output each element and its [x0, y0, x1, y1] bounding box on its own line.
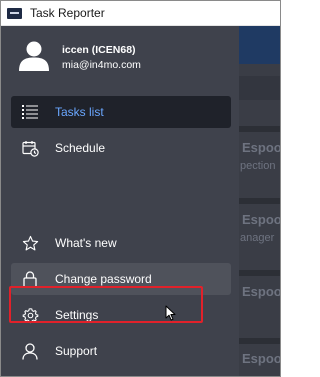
app-logo-icon: [7, 7, 22, 19]
nav-item-label: Tasks list: [55, 105, 104, 119]
list-icon: [20, 102, 40, 122]
user-avatar-icon: [19, 41, 49, 71]
background-content: Espoo pection Espoo anager Espoo Espoo: [239, 26, 280, 376]
nav-item-whats-new[interactable]: What's new: [11, 227, 231, 259]
background-card-subtitle: pection: [240, 160, 276, 172]
background-card-title: Espoo: [242, 140, 280, 155]
background-header: [239, 26, 280, 64]
background-toolbar: [239, 76, 280, 100]
background-card-title: Espoo: [242, 212, 280, 227]
navigation-drawer: iccen (ICEN68) mia@in4mo.com Tasks list: [1, 26, 239, 376]
background-card-subtitle: anager: [240, 232, 275, 244]
nav-item-support[interactable]: Support: [11, 335, 231, 367]
person-icon: [20, 341, 40, 361]
title-bar: Task Reporter: [1, 1, 280, 26]
app-window: Task Reporter Espoo pection Espoo anager…: [0, 0, 281, 377]
mouse-cursor-icon: [165, 305, 176, 321]
user-email: mia@in4mo.com: [62, 59, 141, 71]
nav-item-schedule[interactable]: Schedule: [11, 132, 231, 164]
nav-item-label: Change password: [55, 272, 152, 286]
background-card-title: Espoo: [242, 351, 280, 366]
nav-item-label: Schedule: [55, 141, 106, 155]
nav-item-tasks-list[interactable]: Tasks list: [11, 96, 231, 128]
nav-item-label: Support: [55, 344, 98, 358]
calendar-icon: [20, 138, 40, 158]
nav-item-label: What's new: [55, 236, 117, 250]
window-title: Task Reporter: [30, 6, 105, 20]
star-icon: [20, 233, 40, 253]
background-card-title: Espoo: [242, 284, 280, 299]
user-name: iccen (ICEN68): [62, 44, 136, 56]
user-profile[interactable]: iccen (ICEN68) mia@in4mo.com: [1, 26, 239, 88]
